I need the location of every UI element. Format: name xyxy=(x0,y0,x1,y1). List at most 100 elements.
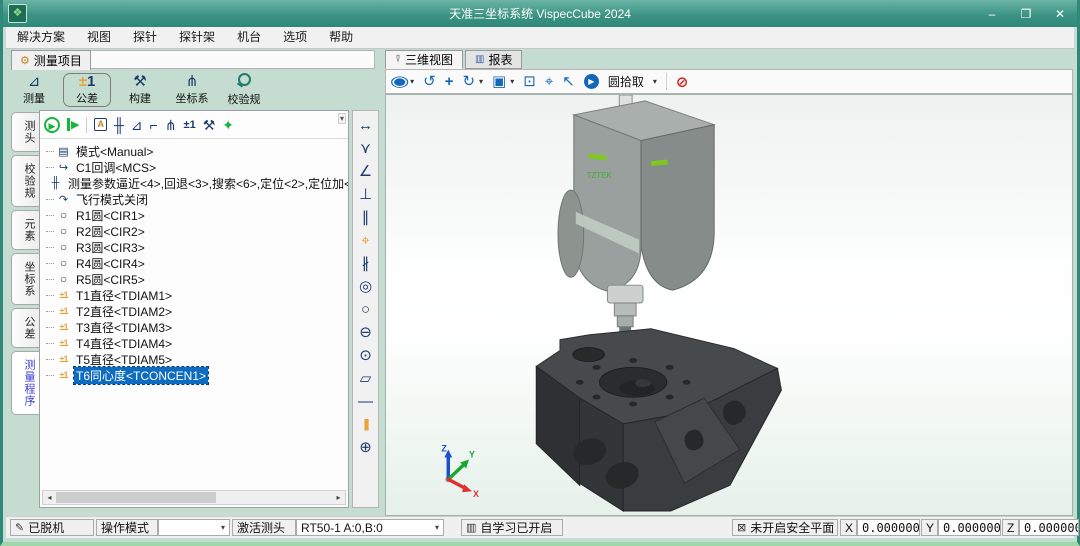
concentricity-icon[interactable]: ◎ xyxy=(355,276,376,297)
chevron-down-icon[interactable]: ▾ xyxy=(479,77,483,86)
rotate-view-icon[interactable]: ↺ xyxy=(423,74,436,89)
menu-help[interactable]: 帮助 xyxy=(318,27,364,48)
locate-icon[interactable]: ⌖ xyxy=(545,74,553,89)
angularity-icon[interactable]: ∦ xyxy=(355,253,376,274)
ribbon-construct-button[interactable]: ⚒ 构建 xyxy=(117,73,163,107)
restore-button[interactable]: ❐ xyxy=(1017,7,1035,21)
tab-measurement-project[interactable]: ⚙ 测量项目 xyxy=(11,50,91,70)
scrollbar-thumb[interactable] xyxy=(56,492,216,503)
straightness-icon[interactable]: — xyxy=(355,391,376,412)
comment-icon[interactable]: A xyxy=(94,118,107,131)
move-point-icon[interactable]: ⌐ xyxy=(150,118,158,132)
self-learn-status[interactable]: ▥ 自学习已开启 xyxy=(461,519,563,536)
3d-viewport[interactable]: TZTEK xyxy=(385,94,1073,516)
tree-item-mode[interactable]: ▤模式<Manual> xyxy=(46,143,348,159)
ribbon-coordinate-system-button[interactable]: ⋔ 坐标系 xyxy=(169,73,215,107)
angle-between-icon[interactable]: ⋎ xyxy=(355,138,376,159)
tree-item-tdiam5[interactable]: ±1T5直径<TDIAM5> xyxy=(46,351,348,367)
tolerance-item-icon: ±1 xyxy=(56,322,71,332)
side-tab-gauge[interactable]: 校验规 xyxy=(11,155,39,207)
magnifier-icon xyxy=(237,73,251,90)
z-coordinate-value: 0.0000000 xyxy=(1019,519,1079,536)
safety-plane-status: ⊠ 未开启安全平面 xyxy=(732,519,838,536)
prohibit-icon[interactable]: ⊘ xyxy=(676,73,689,91)
chevron-down-icon[interactable]: ▾ xyxy=(653,77,657,86)
toolbar-overflow-icon[interactable]: ▾ xyxy=(338,113,346,124)
side-tab-probe[interactable]: 测头 xyxy=(11,112,39,152)
menu-view[interactable]: 视图 xyxy=(76,27,122,48)
tree-item-tdiam2[interactable]: ±1T2直径<TDIAM2> xyxy=(46,303,348,319)
side-tab-program[interactable]: 测量程序 xyxy=(11,351,39,415)
menu-machine[interactable]: 机台 xyxy=(226,27,272,48)
select-icon[interactable]: ↖ xyxy=(562,74,575,89)
perpendicularity-icon[interactable]: ⊥ xyxy=(355,184,376,205)
tree-item-tconcen1[interactable]: ±1T6同心度<TCONCEN1> xyxy=(46,367,348,383)
tree-item-recall[interactable]: ↪C1回调<MCS> xyxy=(46,159,348,175)
coordinate-icon[interactable]: ⋔ xyxy=(165,118,177,132)
flatness-icon[interactable]: ▱ xyxy=(355,368,376,389)
active-probe-select[interactable]: RT50-1 A:0,B:0 ▾ xyxy=(296,519,444,536)
minimize-button[interactable]: – xyxy=(983,7,1001,21)
angle-icon[interactable]: ∠ xyxy=(355,161,376,182)
profile-icon[interactable]: ⊖ xyxy=(355,322,376,343)
tree-horizontal-scrollbar[interactable]: ◂ ▸ xyxy=(42,490,346,505)
play-icon[interactable]: ▶ xyxy=(584,74,599,89)
measure-icon[interactable]: ⊿ xyxy=(131,118,143,132)
scroll-right-icon[interactable]: ▸ xyxy=(332,493,345,502)
ribbon-tolerance-button[interactable]: ±1 公差 xyxy=(63,73,111,107)
pan-view-icon[interactable]: + xyxy=(445,74,454,89)
y-coordinate-value: 0.0000000 xyxy=(938,519,1001,536)
orbit-view-icon[interactable]: ↻ xyxy=(462,74,475,89)
side-tab-coordinate[interactable]: 坐标系 xyxy=(11,253,39,305)
side-tab-element[interactable]: 元素 xyxy=(11,210,39,250)
tree-item-cir4[interactable]: ○R4圆<CIR4> xyxy=(46,255,348,271)
side-tab-tolerance[interactable]: 公差 xyxy=(11,308,39,348)
runout-icon[interactable]: ⊙ xyxy=(355,345,376,366)
chevron-down-icon[interactable]: ▾ xyxy=(410,77,414,86)
tree-item-cir5[interactable]: ○R5圆<CIR5> xyxy=(46,271,348,287)
position-icon[interactable]: ⌖ xyxy=(355,230,376,251)
coordinate-system-icon: ⋔ xyxy=(186,74,199,89)
construct-icon[interactable]: ⚒ xyxy=(203,118,216,132)
tree-item-tdiam4[interactable]: ±1T4直径<TDIAM4> xyxy=(46,335,348,351)
cube-view-icon[interactable]: ▣ xyxy=(492,74,506,89)
run-program-icon[interactable]: ▶ xyxy=(44,117,60,133)
gauge-target-icon[interactable]: ✦ xyxy=(222,118,234,132)
step-run-icon[interactable]: ▶ xyxy=(67,118,79,131)
menu-probe[interactable]: 探针 xyxy=(122,27,168,48)
circle-pick-button[interactable]: 圆拾取 xyxy=(608,73,644,90)
probe-head: TZTEK xyxy=(558,101,714,291)
fit-view-icon[interactable]: ⊡ xyxy=(523,74,536,89)
safety-plane-icon: ⊠ xyxy=(737,520,746,536)
tab-report[interactable]: ▥ 报表 xyxy=(465,50,522,69)
menu-solution[interactable]: 解决方案 xyxy=(6,27,76,48)
tree-item-cir3[interactable]: ○R3圆<CIR3> xyxy=(46,239,348,255)
chevron-down-icon[interactable]: ▾ xyxy=(510,77,514,86)
scroll-left-icon[interactable]: ◂ xyxy=(43,493,56,502)
distance-icon[interactable]: ↔ xyxy=(355,115,376,136)
menu-probe-rack[interactable]: 探针架 xyxy=(168,27,226,48)
axis-x-label: X xyxy=(473,489,479,499)
tree-item-params[interactable]: ╫测量参数逼近<4>,回退<3>,搜索<6>,定位<2>,定位加<2>,测 xyxy=(46,175,348,191)
ribbon-measure-button[interactable]: ⊿ 测量 xyxy=(11,73,57,107)
symmetry-icon[interactable]: ||| xyxy=(355,414,376,435)
tree-item-tdiam1[interactable]: ±1T1直径<TDIAM1> xyxy=(46,287,348,303)
close-button[interactable]: ✕ xyxy=(1051,7,1069,21)
tolerance-item-icon: ±1 xyxy=(56,338,71,348)
menu-options[interactable]: 选项 xyxy=(272,27,318,48)
x-coordinate-value: 0.0000000 xyxy=(857,519,920,536)
view-direction-icon[interactable]: ◉ xyxy=(390,74,410,89)
ribbon-gauge-button[interactable]: 校验规 xyxy=(221,73,267,107)
workpiece xyxy=(536,329,781,511)
tab-3d-view[interactable]: ⍒ 三维视图 xyxy=(385,50,463,69)
tree-item-cir1[interactable]: ○R1圆<CIR1> xyxy=(46,207,348,223)
parallelism-icon[interactable]: ∥ xyxy=(355,207,376,228)
true-position-icon[interactable]: ⊕ xyxy=(355,437,376,458)
roundness-icon[interactable]: ○ xyxy=(355,299,376,320)
operation-mode-select[interactable]: ▾ xyxy=(158,519,230,536)
tolerance-icon[interactable]: ±1 xyxy=(184,118,196,132)
tree-item-cir2[interactable]: ○R2圆<CIR2> xyxy=(46,223,348,239)
tree-item-fly-mode[interactable]: ↷飞行模式关闭 xyxy=(46,191,348,207)
params-icon[interactable]: ╫ xyxy=(114,118,124,132)
tree-item-tdiam3[interactable]: ±1T3直径<TDIAM3> xyxy=(46,319,348,335)
